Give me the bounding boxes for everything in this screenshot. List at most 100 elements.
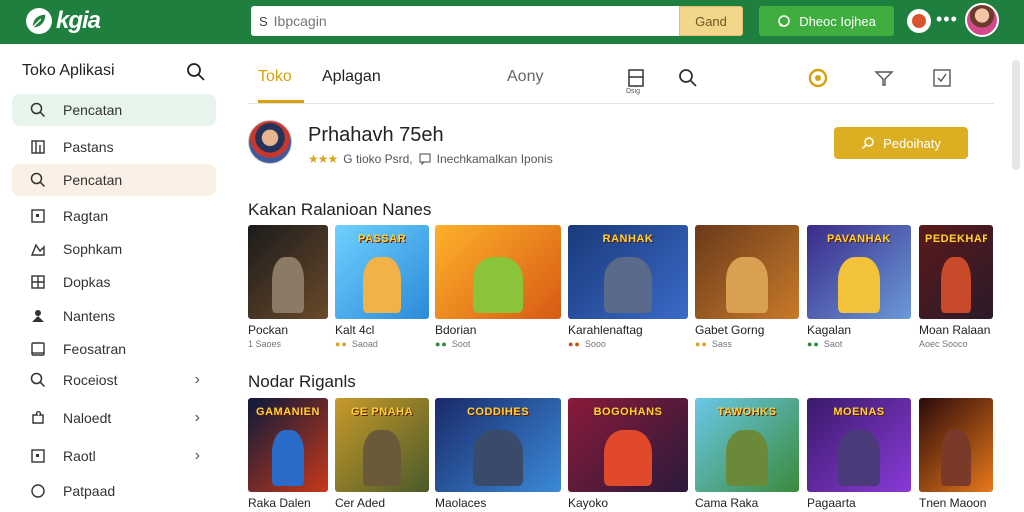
game-character-art [726, 429, 768, 487]
game-thumbnail[interactable]: RANHAK [568, 225, 688, 319]
game-meta: ●● Saot [807, 339, 911, 349]
rating-dots: ●● [695, 339, 708, 349]
game-banner-text: GE PNAHA [350, 406, 414, 418]
chevron-right-icon[interactable]: › [195, 409, 200, 427]
search-icon[interactable] [186, 62, 206, 82]
game-banner-text: PAVANHAK [827, 233, 891, 245]
sidebar-item-2[interactable]: Pastans [12, 131, 216, 163]
sidebar-item-8[interactable]: Feosatran [12, 333, 216, 365]
game-card[interactable]: TAWOHKS Cama Raka [695, 398, 799, 510]
game-thumbnail[interactable]: TAWOHKS [695, 398, 799, 492]
search-icon [29, 101, 47, 119]
game-banner-text: TAWOHKS [717, 406, 777, 418]
filter-icon[interactable] [874, 68, 894, 88]
game-card[interactable]: PAVANHAK Kagalan ●● Saot [807, 225, 911, 349]
game-thumbnail[interactable]: PAVANHAK [807, 225, 911, 319]
more-icon[interactable]: ••• [936, 10, 958, 28]
game-card[interactable]: PASSAR Kalt 4cl ●● Saoad [335, 225, 429, 349]
game-banner-text: RANHAK [602, 233, 654, 245]
follow-button[interactable]: Pedoihaty [834, 127, 968, 159]
game-name: Tnen Maoon [919, 496, 987, 510]
scrollbar[interactable] [1012, 60, 1020, 170]
game-thumbnail[interactable]: GE PNAHA [335, 398, 429, 492]
game-card[interactable]: Bdorian ●● Soot [435, 225, 561, 349]
notification-icon[interactable] [907, 9, 931, 33]
game-character-art [472, 256, 524, 314]
rating-stars: ★★★ [308, 152, 338, 166]
game-name: Kalt 4cl [335, 323, 375, 337]
game-character-art [272, 256, 304, 314]
search-box[interactable]: S [251, 6, 679, 36]
game-card[interactable]: GE PNAHA Cer Aded [335, 398, 429, 510]
game-character-art [941, 429, 971, 487]
sidebar-item-7[interactable]: Nantens [12, 300, 216, 332]
sidebar-item-6[interactable]: Dopkas [12, 266, 216, 298]
section-title-1: Kakan Ralanioan Nanes [248, 200, 432, 219]
rating-dots: ●● [807, 339, 820, 349]
sidebar-item-12[interactable]: Patpaad [12, 475, 216, 507]
game-card[interactable]: PEDEKHAR Moan Ralaan Aoec Sooco [919, 225, 993, 349]
game-name: Pockan [248, 323, 289, 337]
document-icon[interactable] [626, 68, 646, 88]
green-action-button[interactable]: Dheoc Iojhea [759, 6, 894, 36]
game-thumbnail[interactable] [435, 225, 561, 319]
sidebar-item-4[interactable]: Ragtan [12, 200, 216, 232]
sidebar-item-1[interactable]: Pencatan [12, 94, 216, 126]
logo[interactable]: kgia [26, 7, 101, 35]
game-card[interactable]: RANHAK Karahlenaftag ●● Sooo [568, 225, 688, 349]
game-thumbnail[interactable]: GAMANIEN [248, 398, 328, 492]
game-card[interactable]: Tnen Maoon [919, 398, 993, 510]
game-card[interactable]: BOGOHANS Kayoko [568, 398, 688, 510]
chat-icon [419, 153, 431, 165]
rating-dots: ●● [568, 339, 581, 349]
game-thumbnail[interactable]: PEDEKHAR [919, 225, 993, 319]
game-card[interactable]: Gabet Gorng ●● Sass [695, 225, 799, 349]
game-thumbnail[interactable] [919, 398, 993, 492]
checklist-icon[interactable] [932, 68, 952, 88]
game-thumbnail[interactable] [695, 225, 799, 319]
game-meta-text: 1 Saoes [248, 339, 282, 349]
sidebar-item-label: Pencatan [63, 102, 123, 118]
game-card[interactable]: Pockan 1 Saoes [248, 225, 328, 349]
developer-avatar[interactable] [248, 120, 292, 164]
game-banner-text: MOENAS [833, 406, 885, 418]
tab-aony[interactable]: Aony [507, 68, 543, 86]
square-icon [29, 447, 47, 465]
meta-text: Inechkamalkan Iponis [436, 152, 553, 166]
game-thumbnail[interactable]: MOENAS [807, 398, 911, 492]
game-thumbnail[interactable] [248, 225, 328, 319]
game-name: Moan Ralaan [919, 323, 991, 337]
game-meta-text: Saot [823, 339, 843, 349]
search-input[interactable] [273, 13, 654, 29]
game-card[interactable]: MOENAS Pagaarta [807, 398, 911, 510]
sidebar-item-11[interactable]: Raotl › [12, 440, 216, 472]
sidebar-item-label: Patpaad [63, 483, 116, 499]
search-button[interactable]: Gand [679, 6, 743, 36]
game-thumbnail[interactable]: PASSAR [335, 225, 429, 319]
game-banner-text: GAMANIEN [256, 406, 320, 418]
sidebar-item-label: Dopkas [63, 274, 111, 290]
target-icon[interactable] [808, 68, 828, 88]
sidebar-item-10[interactable]: Naloedt › [12, 402, 216, 434]
search-icon[interactable] [678, 68, 698, 88]
game-name: Maolaces [435, 496, 487, 510]
chevron-right-icon[interactable]: › [195, 371, 200, 389]
chevron-right-icon[interactable]: › [195, 447, 200, 465]
game-thumbnail[interactable]: BOGOHANS [568, 398, 688, 492]
tab-toko[interactable]: Toko [258, 68, 292, 86]
game-card[interactable]: GAMANIEN Raka Dalen [248, 398, 328, 510]
sidebar-item-5[interactable]: Sophkam [12, 233, 216, 265]
top-bar: kgia S Gand Dheoc Iojhea ••• [0, 0, 1024, 44]
tab-aplagan[interactable]: Aplagan [322, 68, 381, 86]
user-avatar[interactable] [965, 3, 999, 37]
game-name: Cer Aded [335, 496, 386, 510]
search-icon [862, 137, 874, 150]
game-meta: 1 Saoes [248, 339, 328, 349]
game-thumbnail[interactable]: CODDIHES [435, 398, 561, 492]
gallery-icon [29, 240, 47, 258]
sidebar-item-3[interactable]: Pencatan [12, 164, 216, 196]
game-card[interactable]: CODDIHES Maolaces [435, 398, 561, 510]
sidebar-item-9[interactable]: Roceiost › [12, 364, 216, 396]
game-name: Karahlenaftag [568, 323, 643, 337]
game-name: Kayoko [568, 496, 609, 510]
